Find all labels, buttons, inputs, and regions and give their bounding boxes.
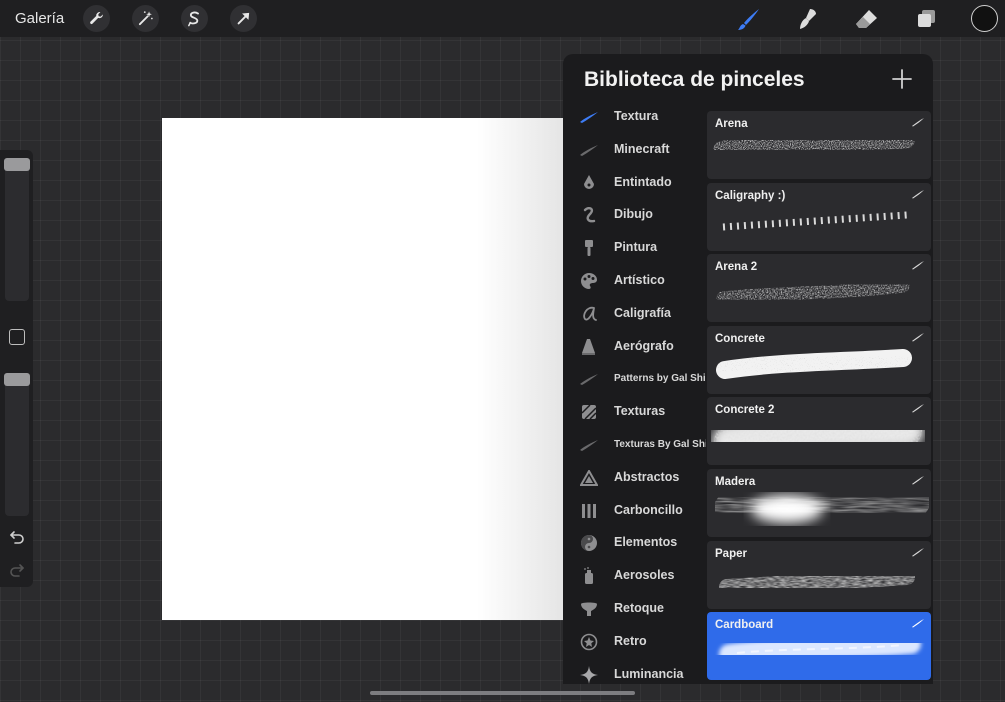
spray-can-icon [579,566,599,586]
left-sidebar [0,150,33,587]
brush-stroke-icon [579,140,599,160]
wrench-icon[interactable] [83,5,110,32]
category-item[interactable]: Abstractos [563,461,706,494]
drawing-canvas[interactable] [162,118,566,620]
brush-item[interactable]: Paper [707,540,931,609]
opacity-thumb[interactable] [4,373,30,386]
category-item[interactable]: Textura [563,100,706,133]
category-item[interactable]: Texturas [563,395,706,428]
category-item[interactable]: Retro [563,625,706,658]
brush-preview-stroke [716,348,912,379]
pencil-squiggle-icon [579,205,599,225]
opacity-slider[interactable] [5,373,29,516]
brush-library-panel: Biblioteca de pinceles Textura Minecraft… [563,54,933,684]
ink-drop-icon [579,173,599,193]
airbrush-icon [579,337,599,357]
palette-icon [579,271,599,291]
category-item[interactable]: Carboncillo [563,494,706,527]
color-picker-button[interactable] [971,5,998,32]
brush-item[interactable]: Concrete [707,325,931,394]
transform-arrow-icon[interactable] [230,5,257,32]
brush-item[interactable]: Concrete 2 [707,397,931,466]
category-item[interactable]: Pintura [563,231,706,264]
eraser-icon[interactable] [853,5,881,33]
brush-preview-stroke [716,279,910,305]
brush-icon[interactable] [735,5,763,33]
category-item[interactable]: Entintado [563,166,706,199]
brush-item[interactable]: Arena 2 [707,254,931,323]
gallery-button[interactable]: Galería [15,10,64,27]
selection-icon[interactable] [181,5,208,32]
brush-stroke-icon [579,435,599,455]
brush-preview-stroke [719,568,915,595]
sparkle-icon [579,665,599,684]
brush-preview-stroke [713,133,915,157]
category-item[interactable]: Minecraft [563,133,706,166]
add-brush-plus-icon[interactable] [891,68,913,90]
smudge-icon[interactable] [794,5,822,33]
category-item[interactable]: Artístico [563,264,706,297]
retouch-icon [579,599,599,619]
panel-title: Biblioteca de pinceles [584,68,805,91]
category-item[interactable]: Elementos [563,526,706,559]
category-item[interactable]: Patterns by Gal Shir [563,362,706,395]
category-item[interactable]: Dibujo [563,198,706,231]
brush-list: Arena Caligraphy :) Arena 2 Concrete Con… [707,111,931,684]
brush-item[interactable]: Arena [707,111,931,179]
brush-size-slider[interactable] [5,158,29,301]
brush-stroke-icon [579,369,599,389]
calligraphy-icon [579,304,599,324]
top-toolbar: Galería [0,0,1005,37]
brush-preview-stroke [719,634,921,665]
category-item[interactable]: Aerosoles [563,559,706,592]
yin-yang-icon [579,533,599,553]
modify-button[interactable] [9,329,25,345]
brush-size-thumb[interactable] [4,158,30,171]
brush-item-selected[interactable]: Cardboard [707,612,931,681]
category-item[interactable]: Retoque [563,592,706,625]
category-item[interactable]: Aerógrafo [563,330,706,363]
undo-icon[interactable] [9,529,25,545]
brush-preview-stroke [712,414,924,459]
star-circle-icon [579,632,599,652]
texture-pattern-icon [579,402,599,422]
category-item[interactable]: Texturas By Gal Shir [563,428,706,461]
paint-brush-icon [579,238,599,258]
redo-icon[interactable] [9,562,25,578]
brush-category-list: Textura Minecraft Entintado Dibujo Pintu… [563,100,706,684]
brush-preview-stroke [713,482,931,531]
magic-wand-icon[interactable] [132,5,159,32]
brush-item[interactable]: Madera [707,468,931,537]
brush-preview-stroke [722,211,908,231]
triangle-icon [579,468,599,488]
category-item[interactable]: Luminancia [563,658,706,684]
charcoal-icon [579,501,599,521]
layers-icon[interactable] [912,5,940,33]
brush-item[interactable]: Caligraphy :) [707,182,931,251]
category-item[interactable]: Caligrafía [563,297,706,330]
brush-stroke-icon [579,107,599,127]
home-indicator [370,691,635,695]
